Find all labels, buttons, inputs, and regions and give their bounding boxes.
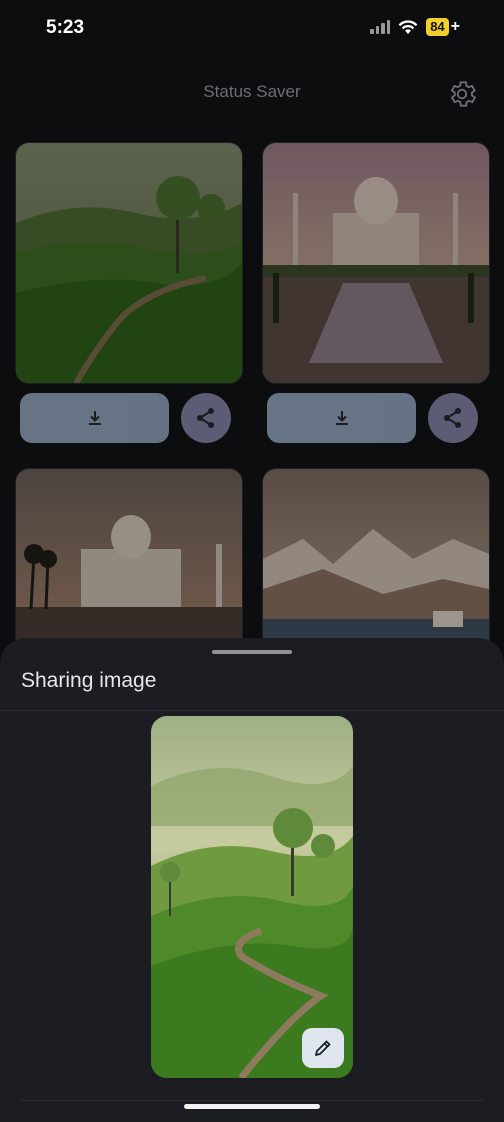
- status-card-tea-plantation[interactable]: [15, 142, 243, 384]
- share-icon: [444, 408, 461, 428]
- status-card-mountain-lake[interactable]: [262, 468, 490, 660]
- battery-icon: 84: [426, 18, 449, 36]
- edit-button[interactable]: [302, 1028, 344, 1068]
- home-indicator[interactable]: [184, 1104, 320, 1109]
- download-button[interactable]: [267, 393, 416, 443]
- divider: [0, 710, 504, 711]
- status-time: 5:23: [46, 17, 85, 38]
- sheet-title: Sharing image: [21, 669, 157, 692]
- charging-icon: +: [450, 18, 460, 35]
- status-card-taj-mahal-palms[interactable]: [15, 468, 243, 660]
- download-button[interactable]: [20, 393, 169, 443]
- preview-image: [151, 716, 353, 1078]
- download-icon: [335, 411, 348, 425]
- wifi-icon: [398, 19, 418, 34]
- status-bar: 5:23 84 +: [0, 0, 504, 60]
- gear-icon[interactable]: [446, 78, 478, 110]
- drag-handle[interactable]: [212, 650, 292, 654]
- share-sheet: Sharing image: [0, 638, 504, 1122]
- share-button[interactable]: [428, 393, 478, 443]
- app-title: Status Saver: [203, 82, 301, 101]
- image-preview[interactable]: [151, 716, 353, 1078]
- divider: [20, 1100, 484, 1101]
- status-card-taj-mahal-reflection[interactable]: [262, 142, 490, 384]
- download-icon: [88, 411, 101, 425]
- status-icons: 84 +: [370, 18, 460, 36]
- signal-icon: [370, 20, 391, 34]
- share-icon: [197, 408, 214, 428]
- share-button[interactable]: [181, 393, 231, 443]
- pencil-icon: [315, 1040, 331, 1056]
